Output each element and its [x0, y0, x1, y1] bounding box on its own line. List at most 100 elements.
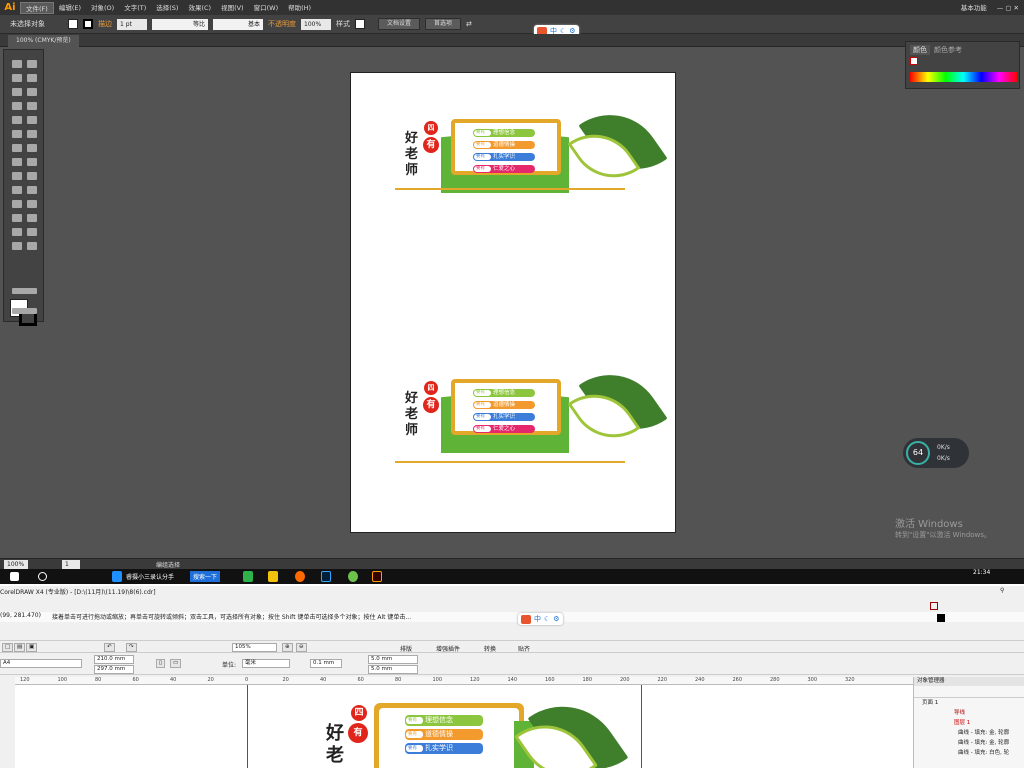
menu-object[interactable]: 对象(O) [86, 2, 119, 14]
cdr-zoom-field[interactable]: 105% [232, 643, 277, 652]
ime-toolbar-cdr[interactable]: 中 ☾ ⚙ [518, 613, 563, 625]
cdr-canvas[interactable]: 四 有 好 老 要有 理想信念 要有 道德情操 要有 扎实学识 [15, 685, 913, 768]
redo-icon[interactable]: ↷ [126, 643, 137, 652]
pencil-tool-icon[interactable] [27, 116, 37, 124]
menu-window[interactable]: 窗口(W) [249, 2, 284, 14]
free-transform-tool-icon[interactable] [27, 158, 37, 166]
page-width-field[interactable]: 210.0 mm [94, 655, 134, 664]
network-monitor-widget[interactable]: 64 0K/s 0K/s [903, 438, 969, 468]
snap-menu[interactable]: 贴齐 [518, 644, 530, 653]
tree-item[interactable]: 曲线 - 填充: 金, 轮廓 [914, 728, 1024, 738]
rectangle-tool-icon[interactable] [27, 102, 37, 110]
menu-file[interactable]: 文件(F) [20, 1, 54, 14]
symbol-sprayer-tool-icon[interactable] [12, 214, 22, 222]
slice-tool-icon[interactable] [27, 228, 37, 236]
opacity-label[interactable]: 不透明度 [268, 19, 296, 29]
cdr-window-control-icon[interactable]: ⚲ [1000, 587, 1004, 594]
zoom-field[interactable]: 100% [4, 560, 28, 569]
tree-item[interactable]: 曲线 - 填充: 白色, 轮 [914, 748, 1024, 758]
shape-builder-tool-icon[interactable] [12, 172, 22, 180]
pen-tool-icon[interactable] [12, 88, 22, 96]
document-tab[interactable]: 100% (CMYK/预览) [8, 35, 79, 47]
artboard[interactable]: 四 有 好 老 师 要有 理想信念 要有 道德情操 要有 扎实学识 要有 仁爱之心 四 … [350, 72, 676, 533]
none-swatch[interactable] [910, 57, 918, 65]
browser-icon[interactable] [112, 571, 122, 582]
firefox-icon[interactable] [295, 571, 305, 582]
taskbar-search-button[interactable]: 搜索一下 [190, 571, 221, 582]
hand-tool-icon[interactable] [12, 242, 22, 250]
paper-size-select[interactable]: A4 [0, 659, 82, 668]
plugins-menu[interactable]: 增强插件 [436, 644, 460, 653]
direct-selection-tool-icon[interactable] [27, 60, 37, 68]
design-block-top[interactable]: 四 有 好 老 师 要有 理想信念 要有 道德情操 要有 扎实学识 要有 仁爱之心 [351, 94, 677, 203]
folder-icon[interactable] [268, 571, 278, 582]
ime-settings-icon[interactable]: ⚙ [553, 615, 559, 623]
menu-view[interactable]: 视图(V) [216, 2, 249, 14]
menu-select[interactable]: 选择(S) [151, 2, 183, 14]
style-swatch[interactable] [355, 19, 365, 29]
artboard-number-field[interactable]: 1 [62, 560, 80, 569]
ime-moon-icon[interactable]: ☾ [544, 615, 550, 623]
line-tool-icon[interactable] [12, 102, 22, 110]
variable-width-profile[interactable]: 等比 [152, 18, 208, 30]
blob-brush-tool-icon[interactable] [12, 130, 22, 138]
convert-menu[interactable]: 转换 [484, 644, 496, 653]
arrange-documents-icon[interactable]: ⇄ [466, 20, 472, 28]
illustrator-taskbar-icon[interactable] [372, 571, 382, 582]
photoshop-icon[interactable] [321, 571, 331, 582]
color-spectrum[interactable] [910, 72, 1017, 82]
rotate-tool-icon[interactable] [12, 144, 22, 152]
screen-mode-icon[interactable] [12, 308, 37, 314]
new-file-icon[interactable]: □ [2, 643, 14, 652]
landscape-icon[interactable]: ▭ [170, 659, 182, 668]
workspace-switcher[interactable]: 基本功能 [956, 2, 992, 14]
tree-layer-1[interactable]: 图层 1 [914, 718, 1024, 728]
duplicate-x-field[interactable]: 5.0 mm [368, 655, 418, 664]
undo-icon[interactable]: ↶ [104, 643, 115, 652]
tab-color[interactable]: 颜色 [910, 45, 930, 55]
tree-page[interactable]: 页面 1 [914, 698, 1024, 708]
eraser-tool-icon[interactable] [27, 130, 37, 138]
arrange-menu[interactable]: 排版 [400, 644, 412, 653]
document-setup-button[interactable]: 文档设置 [378, 18, 421, 30]
start-icon[interactable] [10, 572, 19, 581]
tree-item[interactable]: 曲线 - 填充: 金, 轮廓 [914, 738, 1024, 748]
tab-color-guide[interactable]: 颜色参考 [934, 45, 962, 55]
window-controls[interactable]: — ▢ ✕ [992, 2, 1024, 14]
lasso-tool-icon[interactable] [27, 74, 37, 82]
menu-help[interactable]: 帮助(H) [283, 2, 316, 14]
scale-tool-icon[interactable] [27, 144, 37, 152]
zoom-in-icon[interactable]: ⊕ [282, 643, 293, 652]
portrait-icon[interactable]: ▯ [156, 659, 166, 668]
column-graph-tool-icon[interactable] [27, 214, 37, 222]
color-mode-icon[interactable] [12, 288, 37, 294]
preferences-button[interactable]: 首选项 [425, 18, 462, 30]
menu-effect[interactable]: 效果(C) [183, 2, 216, 14]
perspective-grid-tool-icon[interactable] [27, 172, 37, 180]
zoom-out-icon[interactable]: ⊖ [296, 643, 307, 652]
open-icon[interactable]: ▤ [14, 643, 26, 652]
mesh-tool-icon[interactable] [12, 186, 22, 194]
app-icon[interactable] [348, 571, 358, 582]
blend-tool-icon[interactable] [27, 200, 37, 208]
selection-tool-icon[interactable] [12, 60, 22, 68]
taskbar-app-browser[interactable]: 睿摄小三录认分手 [126, 572, 174, 581]
gradient-tool-icon[interactable] [27, 186, 37, 194]
search-icon[interactable] [38, 572, 47, 581]
opacity-field[interactable]: 100% [301, 18, 331, 30]
save-icon[interactable]: ▣ [26, 643, 38, 652]
fill-swatch[interactable] [68, 19, 78, 29]
design-block-bottom[interactable]: 四 有 好 老 师 要有 理想信念 要有 道德情操 要有 扎实学识 要有 仁爱之心 [351, 354, 677, 463]
type-tool-icon[interactable] [27, 88, 37, 96]
artboard-tool-icon[interactable] [12, 228, 22, 236]
page-height-field[interactable]: 297.0 mm [94, 665, 134, 674]
duplicate-y-field[interactable]: 5.0 mm [368, 665, 418, 674]
ime-chinese-icon[interactable]: 中 [534, 614, 541, 624]
width-tool-icon[interactable] [12, 158, 22, 166]
stroke-swatch[interactable] [83, 19, 93, 29]
stroke-weight-field[interactable]: 1 pt [117, 18, 147, 30]
nudge-field[interactable]: 0.1 mm [310, 659, 342, 668]
wechat-icon[interactable] [243, 571, 253, 582]
tree-layer-guides[interactable]: 导线 [914, 708, 1024, 718]
eyedropper-tool-icon[interactable] [12, 200, 22, 208]
